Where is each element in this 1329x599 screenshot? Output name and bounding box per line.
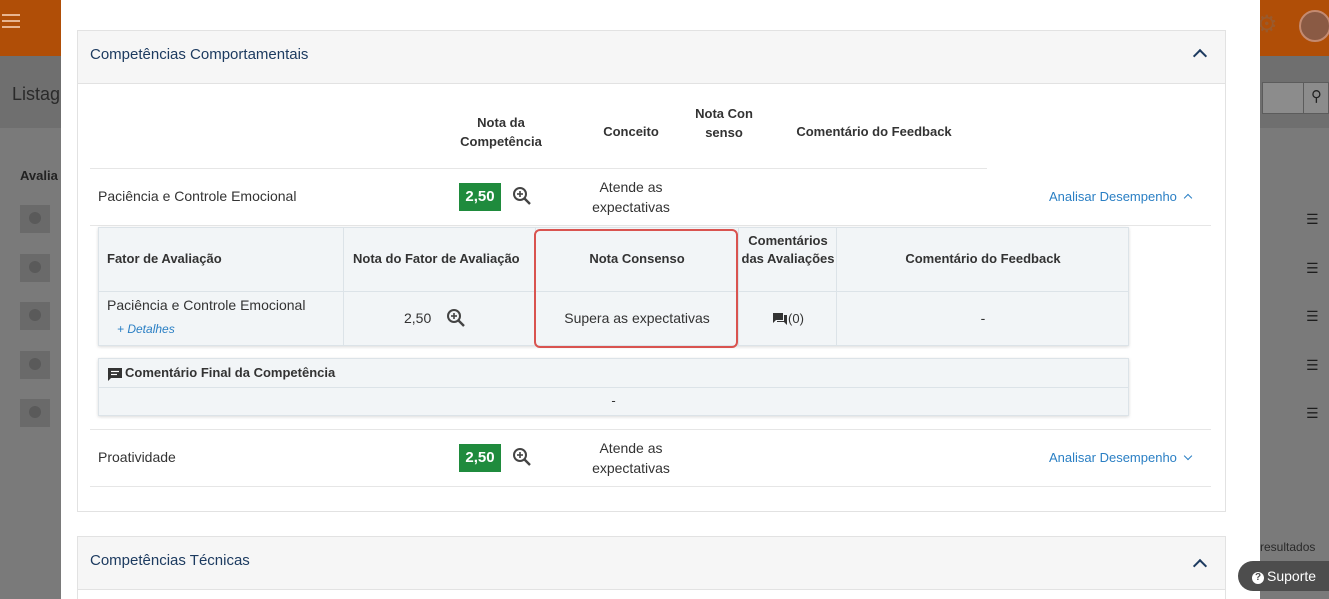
header-comentario-feedback: Comentário do Feedback — [905, 251, 1061, 266]
panel-header[interactable]: Competências Comportamentais — [78, 31, 1225, 84]
final-comment-title: Comentário Final da Competência — [125, 365, 336, 380]
divider — [90, 168, 987, 169]
analisar-desempenho-label: Analisar Desempenho — [1049, 189, 1177, 204]
final-comment-box: Comentário Final da Competência - — [98, 358, 1129, 416]
technical-competencies-panel: Competências Técnicas — [77, 536, 1226, 599]
col-divider — [343, 228, 344, 345]
score-badge: 2,50 — [459, 444, 501, 472]
details-link[interactable]: + Detalhes — [117, 322, 175, 336]
highlight-box — [534, 229, 738, 348]
row-divider — [99, 387, 1128, 388]
listing-title: Listag — [12, 84, 61, 104]
collapse-chevron-icon[interactable] — [1192, 558, 1208, 574]
zoom-in-icon[interactable] — [446, 308, 466, 328]
panel-header[interactable]: Competências Técnicas — [78, 537, 1225, 590]
analisar-desempenho-label: Analisar Desempenho — [1049, 450, 1177, 465]
list-icon[interactable]: ☰ — [1306, 212, 1319, 226]
comment-icon — [108, 368, 122, 381]
user-avatar[interactable] — [1299, 10, 1329, 42]
analisar-desempenho-link[interactable]: Analisar Desempenho — [1049, 450, 1193, 465]
col-divider — [836, 228, 837, 345]
factor-score: 2,50 — [404, 310, 432, 326]
header-fator: Fator de Avaliação — [107, 251, 222, 266]
panel-title: Competências Comportamentais — [90, 46, 309, 63]
competency-name: Proatividade — [98, 449, 176, 465]
list-item-avatar — [20, 205, 50, 233]
competency-concept: Atende as expectativas — [592, 440, 670, 476]
zoom-in-icon[interactable] — [512, 447, 532, 467]
panel-title: Competências Técnicas — [90, 552, 250, 569]
list-item-avatar — [20, 302, 50, 330]
hamburger-menu-icon[interactable] — [2, 14, 22, 30]
competency-name: Paciência e Controle Emocional — [98, 188, 297, 204]
header-nota-consenso: Nota Consenso — [695, 106, 753, 140]
header-nota-fator: Nota do Fator de Avaliação — [353, 251, 520, 266]
comments-icon — [773, 313, 788, 325]
comments-count: (0) — [788, 311, 804, 326]
help-icon: ? — [1252, 572, 1264, 584]
divider — [90, 486, 1211, 487]
chevron-down-icon — [1183, 451, 1193, 461]
divider — [90, 429, 1211, 430]
support-label: Suporte — [1267, 568, 1317, 584]
list-item-avatar — [20, 254, 50, 282]
list-icon[interactable]: ☰ — [1306, 261, 1319, 275]
collapse-chevron-icon[interactable] — [1192, 48, 1208, 64]
comments-button[interactable]: (0) — [741, 311, 835, 326]
list-item-avatar — [20, 351, 50, 379]
list-icon[interactable]: ☰ — [1306, 309, 1319, 323]
support-button[interactable]: ? Suporte — [1238, 561, 1329, 591]
list-icon[interactable]: ☰ — [1306, 406, 1319, 420]
col-divider — [738, 228, 739, 345]
list-icon[interactable]: ☰ — [1306, 358, 1319, 372]
analisar-desempenho-link[interactable]: Analisar Desempenho — [1049, 189, 1193, 204]
header-conceito: Conceito — [603, 124, 659, 139]
column-header: Avalia — [20, 168, 58, 183]
search-icon[interactable]: ⚲ — [1303, 82, 1329, 114]
chevron-up-icon — [1183, 193, 1193, 203]
header-nota-competencia: Nota da Competência — [460, 115, 542, 149]
header-comentarios-avaliacoes: Comentários das Avaliações — [741, 233, 835, 266]
evaluation-modal: Competências Comportamentais Nota da Com… — [61, 0, 1260, 599]
divider — [90, 225, 1211, 226]
score-badge: 2,50 — [459, 183, 501, 211]
competency-concept: Atende as expectativas — [592, 179, 670, 215]
factor-name: Paciência e Controle Emocional — [107, 297, 306, 313]
list-item-avatar — [20, 399, 50, 427]
header-comentario-feedback: Comentário do Feedback — [796, 124, 952, 139]
zoom-in-icon[interactable] — [512, 186, 532, 206]
results-count: resultados — [1260, 540, 1316, 554]
final-comment-value: - — [611, 393, 616, 408]
factor-feedback: - — [980, 310, 986, 326]
